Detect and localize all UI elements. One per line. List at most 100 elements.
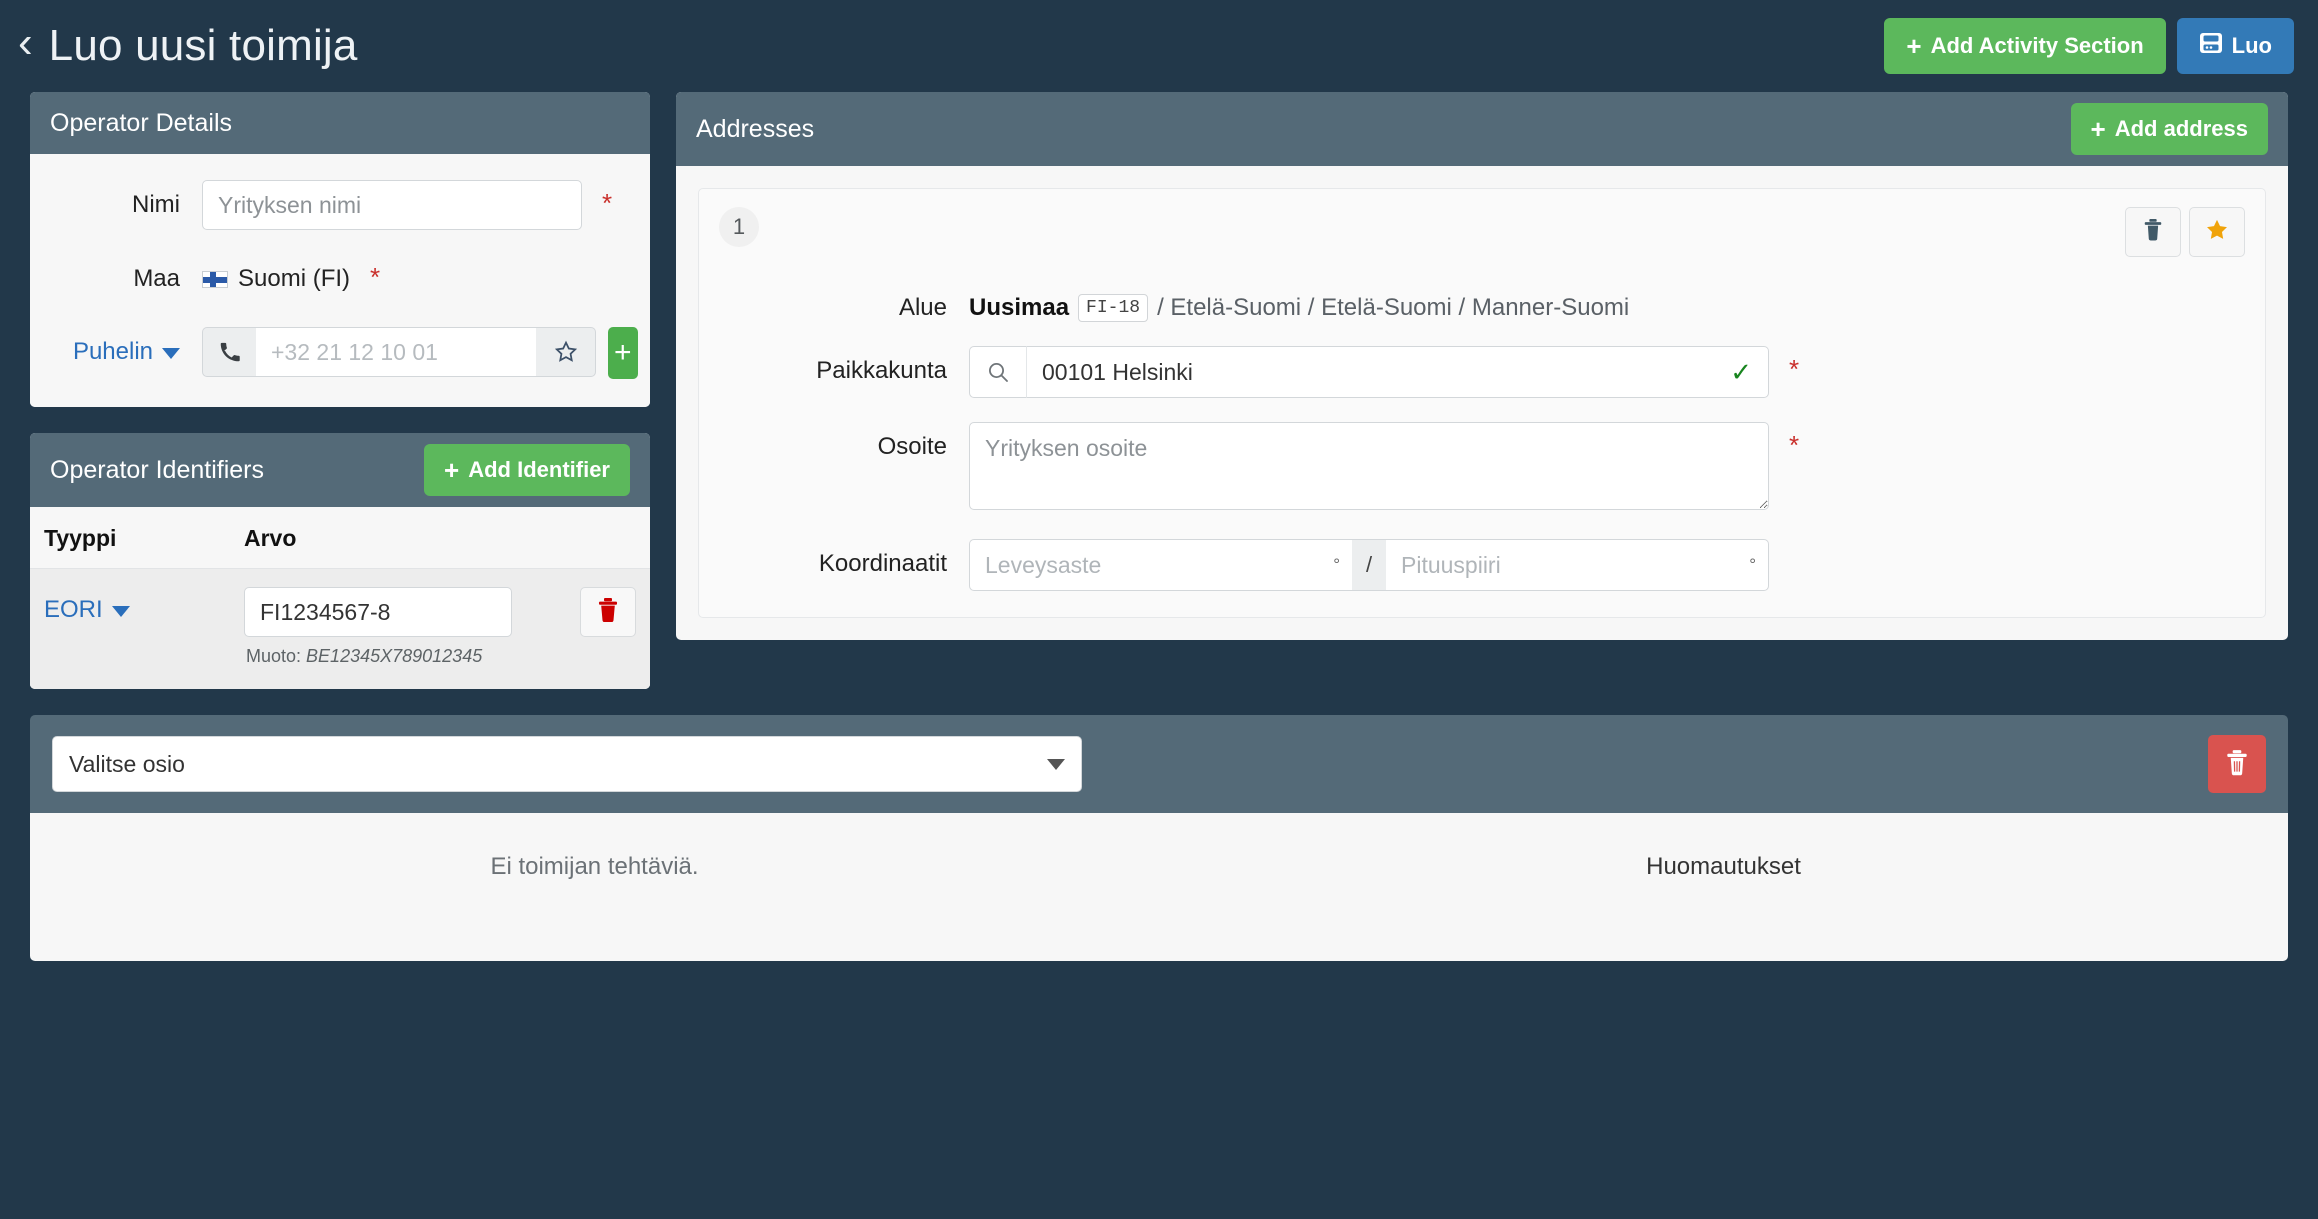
main-content: Operator Details Nimi * Maa Suomi (FI) * [0,92,2318,715]
identifier-format-hint: Muoto: BE12345X789012345 [246,646,580,667]
add-contact-button[interactable]: + [608,327,638,379]
identifiers-table-head: Tyyppi Arvo [30,507,650,569]
address-locality-required: * [1789,354,1800,384]
operator-details-body: Nimi * Maa Suomi (FI) * Puhelin [30,154,650,407]
operator-identifiers-panel: Operator Identifiers + Add Identifier Ty… [30,433,650,689]
app-header: ‹ Luo uusi toimija + Add Activity Sectio… [0,0,2318,92]
add-address-button[interactable]: + Add address [2070,103,2268,155]
operator-identifiers-header: Operator Identifiers + Add Identifier [30,433,650,507]
address-street-textarea[interactable] [969,422,1769,510]
star-outline-icon[interactable] [536,327,596,377]
address-coordinates-control: ° / ° [969,539,1769,591]
table-row: EORI Muoto: BE12345X789012345 [30,569,650,689]
latitude-input[interactable] [970,540,1334,590]
address-street-label: Osoite [877,433,947,460]
operator-details-title: Operator Details [50,108,233,137]
activity-section-select-value: Valitse osio [69,750,185,777]
operator-name-label: Nimi [132,191,180,218]
operator-country-label: Maa [133,265,180,292]
notes-label: Huomautukset [1646,853,1801,880]
address-locality-row: Paikkakunta 00101 Helsinki ✓ * [719,346,2245,398]
operator-country-row: Maa Suomi (FI) * [52,254,628,293]
addresses-title: Addresses [696,114,815,143]
activity-section-select[interactable]: Valitse osio [52,736,1082,792]
trash-icon [2224,749,2250,780]
operator-country-required: * [370,262,381,292]
activity-section-panel: Valitse osio Ei toimijan tehtäviä. Huoma… [30,715,2288,961]
latitude-degree-symbol: ° [1333,555,1340,574]
address-form: Alue Uusimaa FI-18 / Etelä-Suomi / Etelä… [719,283,2245,591]
add-identifier-label: Add Identifier [468,457,610,482]
delete-address-button[interactable] [2125,207,2181,257]
delete-identifier-button[interactable] [580,587,636,637]
identifier-value-input[interactable] [244,587,512,637]
add-activity-section-button[interactable]: + Add Activity Section [1884,18,2166,74]
set-primary-address-button[interactable] [2189,207,2245,257]
address-card-actions [2125,207,2245,257]
address-index-badge: 1 [719,207,759,247]
identifiers-table: Tyyppi Arvo EORI Muoto: BE12345X78901234… [30,507,650,689]
address-region-row: Alue Uusimaa FI-18 / Etelä-Suomi / Etelä… [719,283,2245,322]
check-icon: ✓ [1730,357,1752,387]
operator-phone-row: Puhelin +32 21 12 10 01 + [52,327,638,379]
identifier-type-label: EORI [44,596,103,623]
plus-icon: + [614,336,632,369]
chevron-down-icon [111,606,130,617]
trash-icon [2142,218,2164,247]
header-actions: + Add Activity Section Luo [1884,18,2294,74]
address-card: 1 Alue Uusimaa FI-18 / Etelä-Suomi / Ete… [698,188,2266,618]
operator-name-row: Nimi * [52,180,628,230]
chevron-down-icon [162,348,180,359]
add-identifier-button[interactable]: + Add Identifier [424,444,630,496]
address-street-required: * [1789,430,1800,460]
finland-flag-icon [202,270,228,288]
addresses-panel: Addresses + Add address 1 Alue Uusimaa F… [676,92,2288,640]
back-icon[interactable]: ‹ [18,21,33,71]
address-coordinates-label: Koordinaatit [818,550,947,577]
operator-country-value: Suomi (FI) [238,265,351,292]
operator-name-required: * [602,188,613,218]
identifier-hint-prefix: Muoto: [246,646,302,666]
add-address-label: Add address [2114,116,2248,141]
right-column: Addresses + Add address 1 Alue Uusimaa F… [676,92,2288,666]
star-filled-icon [2204,217,2230,248]
longitude-degree-symbol: ° [1749,555,1756,574]
address-coordinates-row: Koordinaatit ° / ° [719,539,2245,591]
region-name: Uusimaa [969,294,1070,321]
identifier-hint-format: BE12345X789012345 [306,646,483,666]
activity-section-body: Ei toimijan tehtäviä. Huomautukset [30,813,2288,961]
addresses-header: Addresses + Add address [676,92,2288,166]
address-street-control [969,422,1769,515]
phone-icon [202,327,256,377]
identifier-type-dropdown[interactable]: EORI [44,587,244,624]
plus-icon: + [1906,31,1922,61]
longitude-input[interactable] [1386,540,1750,590]
save-icon [2199,32,2223,60]
operator-roles-empty-text: Ei toimijan tehtäviä. [490,853,699,880]
phone-input-group [202,327,596,377]
plus-icon: + [444,455,460,485]
plus-icon: + [2090,114,2106,144]
delete-activity-section-button[interactable] [2208,735,2266,793]
address-card-toolbar: 1 [719,207,2245,257]
phone-number-input[interactable] [256,327,536,377]
addresses-header-actions: + Add address [2070,103,2268,155]
save-label: Luo [2231,33,2272,58]
column-header-type: Tyyppi [44,525,117,551]
identifier-value-cell: Muoto: BE12345X789012345 [244,587,580,667]
address-locality-label: Paikkakunta [816,357,947,384]
operator-name-input[interactable] [202,180,582,230]
operator-identifiers-title: Operator Identifiers [50,455,264,484]
column-header-value: Arvo [244,525,297,551]
chevron-down-icon [1047,758,1065,770]
contact-type-dropdown[interactable]: Puhelin [52,327,202,366]
coordinates-separator: / [1352,539,1386,591]
address-region-label: Alue [898,294,947,321]
search-icon [969,346,1027,398]
left-column: Operator Details Nimi * Maa Suomi (FI) * [30,92,650,715]
save-button[interactable]: Luo [2176,18,2294,74]
add-activity-section-label: Add Activity Section [1930,33,2144,58]
address-street-row: Osoite * [719,422,2245,515]
address-locality-input[interactable] [1027,347,1731,397]
operator-country-value-wrap[interactable]: Suomi (FI) [202,254,350,293]
